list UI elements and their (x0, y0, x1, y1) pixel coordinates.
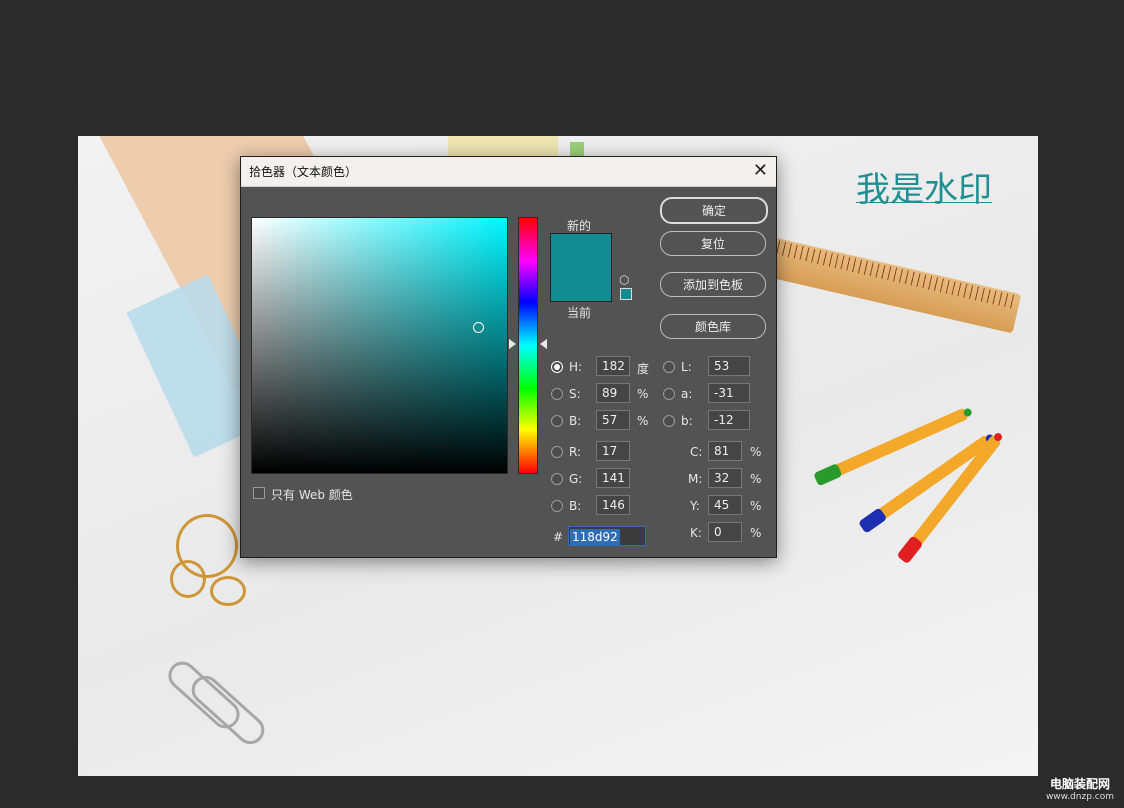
hex-label: # (553, 530, 564, 544)
lab-b-input[interactable] (708, 410, 750, 430)
blue-input[interactable] (596, 495, 630, 515)
radio-blue[interactable] (551, 500, 563, 512)
new-color-swatch (550, 233, 612, 268)
k-unit: % (750, 526, 762, 540)
paper-clip (185, 670, 271, 750)
current-color-swatch[interactable] (550, 267, 612, 302)
watermark-text[interactable]: 我是水印 (856, 162, 992, 211)
c-label: C: (690, 445, 703, 459)
current-color-label: 当前 (567, 306, 592, 320)
web-safe-swatch[interactable] (620, 288, 632, 300)
yellow-paper (448, 136, 558, 156)
dialog-titlebar: 拾色器（文本颜色） ✕ (241, 157, 776, 187)
site-brand-url: www.dnzp.com (1045, 792, 1114, 802)
radio-h[interactable] (551, 361, 563, 373)
hue-slider[interactable] (518, 217, 538, 474)
l-input[interactable] (708, 356, 750, 376)
web-safe-cube-icon[interactable]: ⬡ (619, 273, 629, 287)
m-input[interactable] (708, 468, 742, 488)
color-picker-cursor[interactable] (473, 322, 484, 333)
radio-lab-b[interactable] (663, 415, 675, 427)
a-input[interactable] (708, 383, 750, 403)
rubber-band (210, 576, 246, 606)
site-brand: 电脑装配网 www.dnzp.com (1046, 775, 1114, 802)
add-to-swatches-button[interactable]: 添加到色板 (660, 272, 766, 297)
y-unit: % (750, 499, 762, 513)
saturation-brightness-field[interactable] (251, 217, 508, 474)
s-label: S: (569, 387, 581, 401)
brightness-label: B: (569, 414, 582, 428)
r-input[interactable] (596, 441, 630, 461)
radio-r[interactable] (551, 446, 563, 458)
color-picker-dialog: 拾色器（文本颜色） ✕ 新的 当前 ⬡ 确定 复位 添加到色板 颜色库 H: 度… (240, 156, 777, 558)
color-libraries-button[interactable]: 颜色库 (660, 314, 766, 339)
h-unit: 度 (637, 362, 650, 376)
g-label: G: (569, 472, 583, 486)
m-label: M: (688, 472, 703, 486)
h-label: H: (569, 360, 583, 374)
brightness-input[interactable] (596, 410, 630, 430)
s-input[interactable] (596, 383, 630, 403)
c-input[interactable] (708, 441, 742, 461)
a-label: a: (681, 387, 693, 401)
g-input[interactable] (596, 468, 630, 488)
site-brand-name: 电脑装配网 (1049, 777, 1110, 791)
radio-s[interactable] (551, 388, 563, 400)
hue-slider-right-arrow[interactable] (540, 339, 547, 349)
y-label: Y: (690, 499, 700, 513)
s-unit: % (637, 387, 649, 401)
ruler (759, 236, 1022, 334)
hex-value[interactable]: 118d92 (570, 529, 620, 545)
m-unit: % (750, 472, 762, 486)
only-web-colors-label: 只有 Web 颜色 (271, 488, 353, 502)
r-label: R: (569, 445, 582, 459)
k-label: K: (690, 526, 702, 540)
l-label: L: (681, 360, 692, 374)
ok-button[interactable]: 确定 (660, 197, 768, 224)
radio-a[interactable] (663, 388, 675, 400)
c-unit: % (750, 445, 762, 459)
h-input[interactable] (596, 356, 630, 376)
only-web-colors-checkbox[interactable] (253, 487, 265, 499)
blue-label: B: (569, 499, 582, 513)
hue-slider-left-arrow[interactable] (509, 339, 516, 349)
radio-l[interactable] (663, 361, 675, 373)
k-input[interactable] (708, 522, 742, 542)
lab-b-label: b: (681, 414, 693, 428)
dialog-title: 拾色器（文本颜色） (249, 165, 358, 179)
rubber-band (170, 560, 206, 598)
green-paper (570, 142, 584, 156)
brightness-unit: % (637, 414, 649, 428)
radio-brightness[interactable] (551, 415, 563, 427)
new-color-label: 新的 (567, 219, 592, 233)
close-icon[interactable]: ✕ (753, 160, 768, 181)
radio-g[interactable] (551, 473, 563, 485)
reset-button[interactable]: 复位 (660, 231, 766, 256)
y-input[interactable] (708, 495, 742, 515)
